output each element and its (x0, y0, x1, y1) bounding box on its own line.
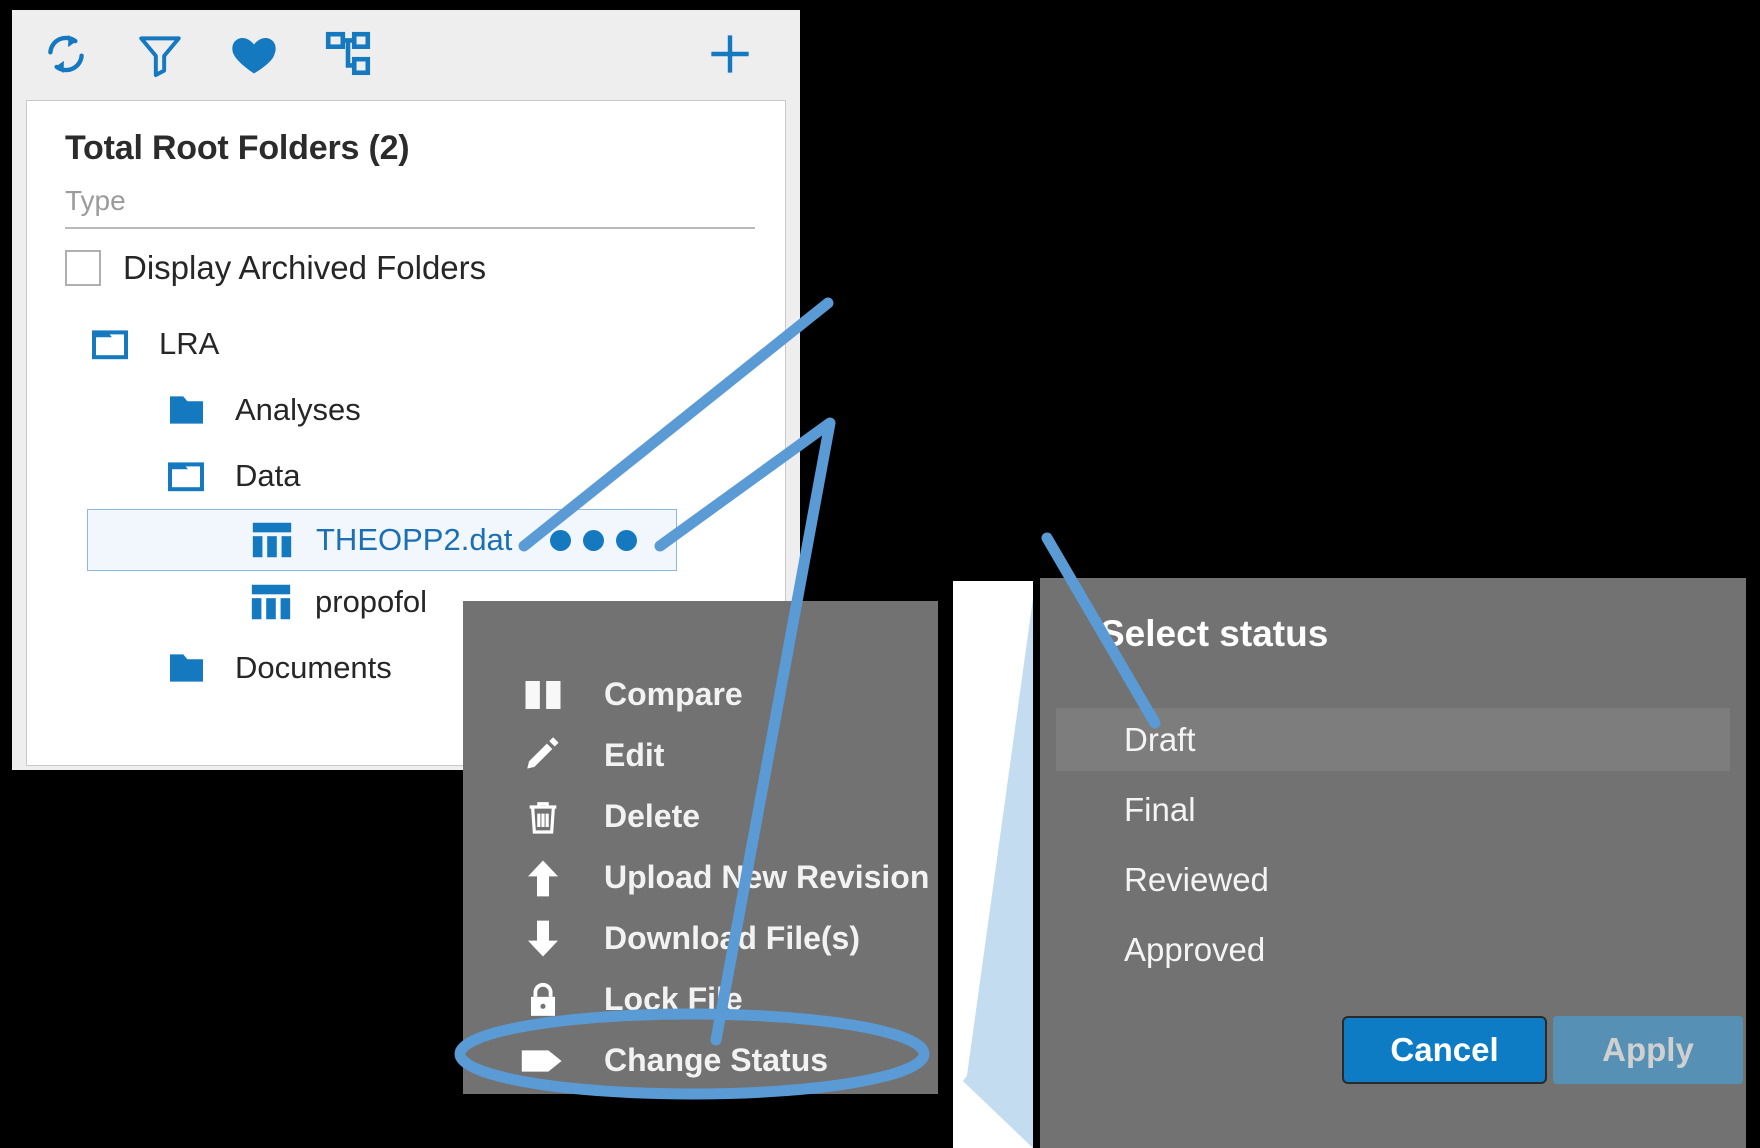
row-overflow-menu-icon[interactable] (550, 529, 649, 551)
tree-row[interactable]: propofol (245, 575, 427, 629)
tree-row[interactable]: LRA (89, 317, 219, 371)
status-option-label: Draft (1124, 720, 1196, 758)
tree-row-label: propofol (315, 584, 428, 619)
lock-icon (520, 977, 566, 1023)
favorite-icon[interactable] (226, 26, 282, 82)
download-arrow-icon (520, 916, 566, 962)
menu-item-download-files[interactable]: Download File(s) (463, 908, 938, 969)
status-option-approved[interactable]: Approved (1056, 918, 1730, 981)
refresh-icon[interactable] (38, 26, 94, 82)
status-option-label: Reviewed (1124, 860, 1269, 898)
menu-item-label: Compare (604, 676, 743, 712)
menu-item-label: Download File(s) (604, 920, 860, 956)
context-menu-list: Compare Edit Delete Upload New Revision … (463, 601, 938, 1091)
total-root-folders-title: Total Root Folders (2) (65, 129, 410, 167)
menu-item-edit[interactable]: Edit (463, 725, 938, 786)
connector-wedge-blue (963, 599, 1033, 1148)
folder-filled-icon (165, 389, 217, 431)
dataset-icon (245, 581, 297, 623)
display-archived-folders-label: Display Archived Folders (123, 249, 487, 286)
add-icon[interactable] (702, 26, 758, 82)
tree-row-label: Data (235, 458, 301, 493)
status-option-label: Approved (1124, 930, 1266, 968)
display-archived-folders-row[interactable]: Display Archived Folders (65, 249, 486, 287)
folder-outline-icon (89, 323, 141, 365)
dialog-button-bar: Cancel Apply (1342, 1016, 1743, 1084)
menu-item-lock-file[interactable]: Lock File (463, 969, 938, 1030)
menu-item-label: Upload New Revision (604, 859, 930, 895)
screenshot-root: Total Root Folders (2) Type Display Arch… (0, 0, 1760, 1148)
folder-filled-icon (165, 647, 217, 689)
cancel-button[interactable]: Cancel (1342, 1016, 1547, 1084)
display-archived-folders-checkbox[interactable] (65, 250, 101, 286)
status-option-final[interactable]: Final (1056, 778, 1730, 841)
tree-row[interactable]: Analyses (165, 383, 361, 437)
menu-item-change-status[interactable]: Change Status (463, 1030, 938, 1091)
upload-arrow-icon (520, 855, 566, 901)
tree-row-label: LRA (159, 326, 220, 361)
menu-item-label: Edit (604, 737, 665, 773)
menu-item-label: Change Status (604, 1042, 829, 1078)
folder-outline-icon (165, 455, 217, 497)
filter-icon[interactable] (132, 26, 188, 82)
type-filter-underline (65, 227, 755, 229)
dialog-title: Select status (1100, 613, 1329, 654)
menu-item-upload-new-revision[interactable]: Upload New Revision (463, 847, 938, 908)
status-option-draft[interactable]: Draft (1056, 708, 1730, 771)
tree-row-label: Analyses (235, 392, 361, 427)
pencil-icon (520, 733, 566, 779)
tree-toolbar (12, 10, 800, 98)
tree-row-label: Documents (235, 650, 392, 685)
status-option-label: Final (1124, 790, 1196, 828)
menu-item-label: Delete (604, 798, 701, 834)
tree-row-label: THEOPP2.dat (316, 522, 513, 557)
tag-icon (520, 1038, 566, 1084)
tree-row-selected[interactable]: THEOPP2.dat (87, 509, 677, 571)
hierarchy-icon[interactable] (320, 26, 376, 82)
file-context-menu: Compare Edit Delete Upload New Revision … (463, 601, 938, 1094)
menu-item-label: Lock File (604, 981, 743, 1017)
dataset-icon (246, 519, 298, 561)
menu-item-compare[interactable]: Compare (463, 664, 938, 725)
tree-row[interactable]: Documents (165, 641, 392, 695)
status-option-reviewed[interactable]: Reviewed (1056, 848, 1730, 911)
apply-button[interactable]: Apply (1553, 1016, 1743, 1084)
tree-row[interactable]: Data (165, 449, 300, 503)
select-status-dialog: Select status Draft Final Reviewed Appro… (1040, 578, 1746, 1148)
type-filter-placeholder[interactable]: Type (65, 185, 126, 217)
compare-icon (520, 672, 566, 718)
trash-icon (520, 794, 566, 840)
menu-item-delete[interactable]: Delete (463, 786, 938, 847)
